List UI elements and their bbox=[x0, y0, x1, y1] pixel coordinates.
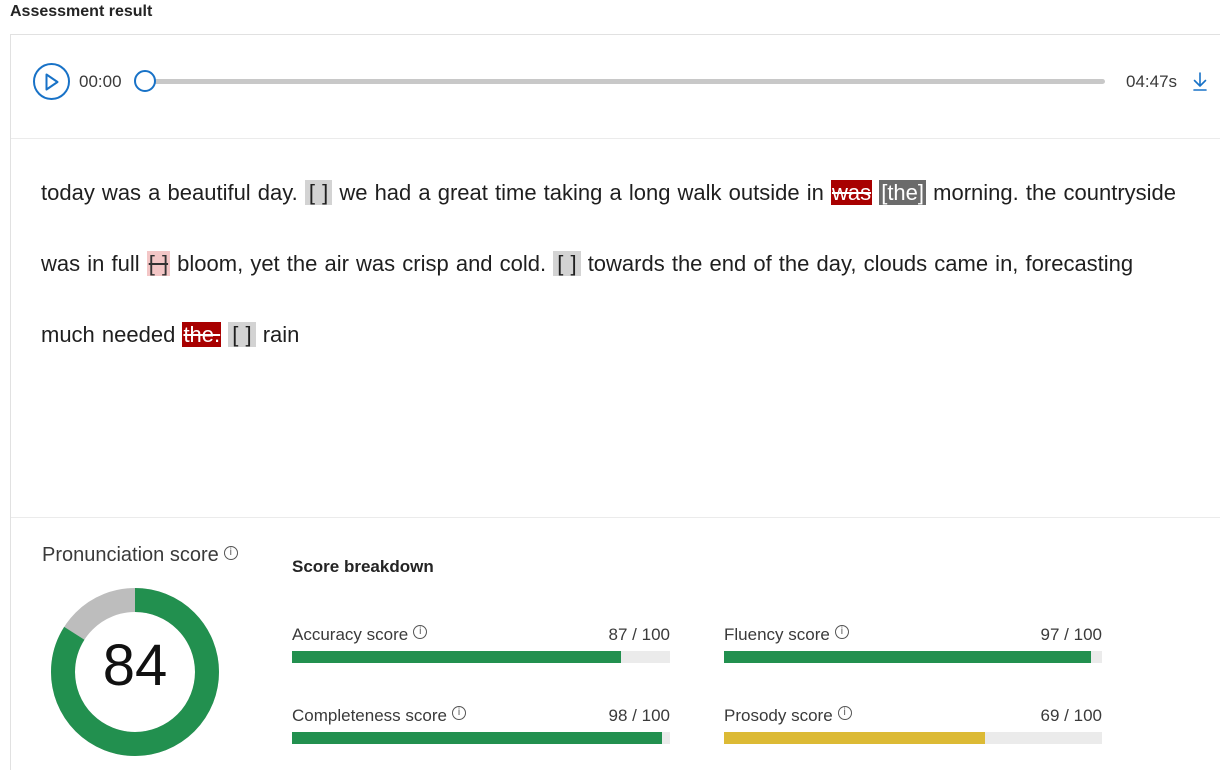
metric-bar-fill bbox=[724, 651, 1091, 663]
divider bbox=[11, 517, 1220, 518]
duration-time: 04:47s bbox=[1126, 72, 1178, 91]
play-icon bbox=[45, 73, 59, 91]
metric-bar-fill bbox=[724, 732, 985, 744]
pronunciation-score-label: Pronunciation score bbox=[42, 544, 219, 566]
seek-track[interactable] bbox=[145, 79, 1105, 84]
metric-label: Fluency score bbox=[724, 625, 830, 644]
transcript-gap-marker: [ ] bbox=[553, 251, 581, 276]
transcript-gap-marker: [ ] bbox=[304, 180, 333, 205]
metric-value: 97 / 100 bbox=[1040, 625, 1102, 644]
current-time: 00:00 bbox=[79, 72, 122, 91]
transcript-omit-marker: was bbox=[830, 180, 873, 205]
transcript-word: rain bbox=[255, 322, 300, 347]
seek-handle[interactable] bbox=[134, 70, 156, 92]
info-icon[interactable]: i bbox=[837, 706, 852, 720]
metric-value: 98 / 100 bbox=[608, 706, 670, 725]
info-icon[interactable]: i bbox=[413, 625, 428, 639]
transcript-word: today was a beautiful day. bbox=[41, 180, 305, 205]
download-icon bbox=[1193, 72, 1207, 91]
pronunciation-score-title: Pronunciation score i bbox=[42, 544, 238, 567]
metric-value: 69 / 100 bbox=[1040, 706, 1102, 725]
transcript-word: we had a great time taking a long walk o… bbox=[332, 180, 831, 205]
metric-label: Prosody score bbox=[724, 706, 833, 725]
metric-bar bbox=[292, 732, 670, 744]
info-icon[interactable]: i bbox=[223, 546, 238, 560]
transcript-insert-marker: [the] bbox=[879, 180, 927, 205]
metric-bar-fill bbox=[292, 732, 663, 744]
audio-player: 00:00 04:47s bbox=[11, 35, 1220, 139]
metric-label: Completeness score bbox=[292, 706, 447, 725]
metric-bar-fill bbox=[292, 651, 621, 663]
metric-label: Accuracy score bbox=[292, 625, 409, 644]
transcript-word: bloom, yet the air was crisp and cold. bbox=[170, 251, 554, 276]
play-button[interactable] bbox=[33, 63, 70, 100]
metric-bar bbox=[292, 651, 670, 663]
transcript-text: today was a beautiful day. [ ] we had a … bbox=[41, 157, 1181, 370]
assessment-card: 00:00 04:47s today was a beautiful day. … bbox=[10, 34, 1220, 770]
download-button[interactable] bbox=[1191, 71, 1209, 93]
section-title: Assessment result bbox=[10, 3, 153, 20]
transcript-gap-marker: [ ] bbox=[228, 322, 256, 347]
pronunciation-score-value: 84 bbox=[102, 633, 168, 698]
info-icon[interactable]: i bbox=[451, 706, 466, 720]
transcript-omit-marker: the. bbox=[182, 322, 222, 347]
info-icon[interactable]: i bbox=[834, 625, 849, 639]
metric-bar bbox=[724, 651, 1102, 663]
metric-bar bbox=[724, 732, 1102, 744]
metric-value: 87 / 100 bbox=[608, 625, 670, 644]
score-breakdown-title: Score breakdown bbox=[292, 557, 434, 576]
transcript-omit-light-marker: [ ] bbox=[146, 251, 171, 276]
